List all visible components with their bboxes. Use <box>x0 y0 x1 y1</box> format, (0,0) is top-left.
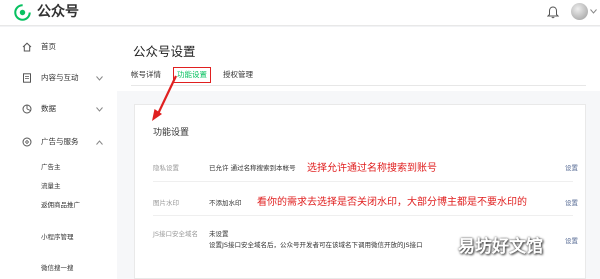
top-bar: 公众号 <box>0 0 600 26</box>
sidebar-subitem-search[interactable]: 微信搜一搜 <box>41 262 74 274</box>
js-domain-description: 设置JS接口安全域名后，公众号开发者可在该域名下调用微信开放的JS接口 <box>209 241 423 249</box>
panel-title: 功能设置 <box>153 128 190 138</box>
row-divider <box>153 215 573 216</box>
sidebar-item-label: 首页 <box>41 42 56 51</box>
watermark-annotation: 看你的需求去选择是否关闭水印，大部分博主都是不要水印的 <box>257 197 527 208</box>
row-divider <box>153 181 573 182</box>
tab-authorization[interactable]: 授权管理 <box>223 67 253 83</box>
sidebar-subitem-publisher[interactable]: 流量主 <box>41 180 61 192</box>
app-title: 公众号 <box>37 4 79 20</box>
sidebar-item-ads[interactable]: 广告与服务 <box>0 133 117 151</box>
sidebar-item-label: 广告与服务 <box>41 137 79 146</box>
watermark-label: 图片水印 <box>153 199 179 207</box>
sidebar-item-label: 内容与互动 <box>41 73 79 82</box>
sidebar-item-content[interactable]: 内容与互动 <box>0 69 117 87</box>
ad-icon <box>22 137 32 147</box>
privacy-annotation: 选择允许通过名称搜索到账号 <box>307 163 437 174</box>
tabs-divider <box>131 85 586 86</box>
page-title: 公众号设置 <box>133 44 196 59</box>
js-domain-value: 未设置 <box>209 230 229 238</box>
watermark-text: 易坊好文馆 <box>458 237 543 257</box>
sidebar-subitem-miniprogram[interactable]: 小程序管理 <box>41 231 74 243</box>
privacy-settings-link[interactable]: 设置 <box>565 162 578 172</box>
chevron-down-icon <box>96 75 103 81</box>
annotation-arrow-icon <box>152 75 177 121</box>
js-domain-settings-link[interactable]: 设置 <box>565 235 578 245</box>
document-icon <box>23 73 31 83</box>
sidebar-item-home[interactable]: 首页 <box>0 38 117 56</box>
chart-icon <box>22 104 32 114</box>
sidebar-item-data[interactable]: 数据 <box>0 100 117 118</box>
privacy-value: 已允许 通过名称搜索到本帐号 <box>209 164 296 172</box>
privacy-label: 隐私设置 <box>153 164 179 172</box>
chevron-down-icon <box>96 106 103 112</box>
watermark-value: 不添加水印 <box>209 199 242 207</box>
chevron-down-icon[interactable] <box>590 9 597 14</box>
bell-icon[interactable] <box>547 6 559 19</box>
watermark-settings-link[interactable]: 设置 <box>565 197 578 207</box>
logo[interactable]: 公众号 <box>14 4 79 21</box>
sidebar-subitem-advertiser[interactable]: 广告主 <box>41 161 61 173</box>
avatar[interactable] <box>571 3 588 20</box>
home-icon <box>22 42 32 52</box>
wechat-official-account-logo-icon <box>14 4 31 21</box>
js-domain-label: JS接口安全域名 <box>153 230 199 238</box>
chevron-up-icon <box>96 139 103 145</box>
sidebar-item-label: 数据 <box>41 104 56 113</box>
sidebar-subitem-commission[interactable]: 返佣商品推广 <box>41 199 80 211</box>
sidebar: 首页 内容与互动 数据 广告与服务 广告主 流量主 返佣商品推广 小程序管理 微… <box>0 27 117 279</box>
